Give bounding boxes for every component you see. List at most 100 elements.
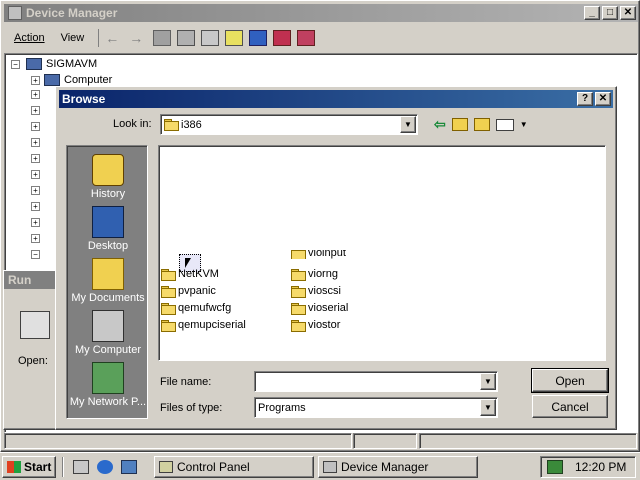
- file-item[interactable]: vioserial: [291, 300, 348, 316]
- browse-dialog: Browse ? ✕ Look in: i386 ▼ ⇦ ▼ History D…: [55, 86, 617, 430]
- expand-icon[interactable]: +: [31, 186, 40, 195]
- file-label: viostor: [308, 319, 341, 331]
- clock[interactable]: 12:20 PM: [575, 460, 626, 474]
- up-level-icon[interactable]: [153, 30, 172, 46]
- device-manager-title-bar[interactable]: Device Manager _ □ ✕: [4, 4, 638, 22]
- run-open-label: Open:: [18, 355, 48, 367]
- help-button[interactable]: ?: [577, 92, 593, 106]
- cancel-button[interactable]: Cancel: [532, 395, 608, 418]
- file-item[interactable]: vioinput: [291, 250, 346, 259]
- folder-icon: [291, 250, 306, 259]
- file-label: qemupciserial: [178, 319, 246, 331]
- look-in-combo[interactable]: i386 ▼: [160, 114, 418, 135]
- internet-explorer-icon[interactable]: [97, 460, 113, 474]
- help-icon[interactable]: [225, 30, 244, 46]
- expand-icon[interactable]: +: [31, 154, 40, 163]
- scan-hardware-icon[interactable]: [249, 30, 268, 46]
- place-label: History: [90, 188, 126, 200]
- folder-icon: [161, 319, 176, 332]
- place-desktop[interactable]: Desktop: [67, 204, 149, 256]
- tree-root-label: SIGMAVM: [46, 58, 98, 70]
- run-icon: [20, 311, 50, 339]
- minimize-button[interactable]: _: [584, 6, 600, 20]
- browse-title: Browse: [62, 92, 106, 106]
- collapse-icon[interactable]: −: [11, 59, 20, 69]
- chevron-down-icon[interactable]: ▼: [520, 120, 528, 129]
- task-device-manager[interactable]: Device Manager: [318, 456, 478, 478]
- expand-icon[interactable]: +: [31, 90, 40, 99]
- toolbar-separator: [98, 29, 100, 47]
- look-in-value: i386: [181, 118, 202, 131]
- status-bar-pane: [353, 433, 417, 449]
- file-label: vioscsi: [308, 285, 342, 297]
- new-folder-icon[interactable]: [473, 118, 490, 131]
- tree-expanders: + + + + + + + + + + −: [31, 90, 57, 270]
- task-control-panel[interactable]: Control Panel: [154, 456, 314, 478]
- file-item[interactable]: NetKVM: [161, 266, 219, 282]
- view-menu-icon[interactable]: [495, 118, 514, 131]
- forward-arrow-icon[interactable]: →: [129, 30, 147, 46]
- place-my-documents[interactable]: My Documents: [67, 256, 149, 308]
- chevron-down-icon[interactable]: ▼: [400, 116, 416, 133]
- computer-icon: [26, 58, 42, 70]
- menu-action[interactable]: Action: [8, 30, 51, 46]
- expand-icon[interactable]: +: [31, 122, 40, 131]
- back-arrow-icon[interactable]: ←: [105, 30, 123, 46]
- file-item[interactable]: viorng: [291, 266, 338, 282]
- file-item[interactable]: qemufwcfg: [161, 300, 231, 316]
- tree-item-label: Computer: [64, 74, 113, 86]
- expand-icon[interactable]: +: [31, 106, 40, 115]
- close-button[interactable]: ✕: [595, 92, 611, 106]
- collapse-icon[interactable]: −: [31, 250, 40, 259]
- run-title-bar[interactable]: Run: [4, 271, 58, 289]
- file-label: NetKVM: [178, 268, 219, 280]
- place-label: Desktop: [87, 240, 129, 252]
- files-of-type-value: Programs: [258, 401, 306, 414]
- run-dialog: Run Open:: [3, 270, 58, 430]
- expand-icon[interactable]: +: [31, 218, 40, 227]
- expand-icon[interactable]: +: [31, 234, 40, 243]
- file-name-input[interactable]: ▼: [254, 371, 498, 392]
- show-hide-tree-icon[interactable]: [177, 30, 196, 46]
- place-my-network[interactable]: My Network P...: [67, 360, 149, 412]
- files-of-type-select[interactable]: Programs ▼: [254, 397, 498, 418]
- folder-icon: [291, 268, 306, 281]
- place-label: My Network P...: [69, 396, 147, 408]
- expand-icon[interactable]: +: [31, 202, 40, 211]
- folder-icon: [164, 119, 179, 131]
- uninstall-device-icon[interactable]: [297, 30, 316, 46]
- file-item[interactable]: viostor: [291, 317, 340, 333]
- place-history[interactable]: History: [67, 152, 149, 204]
- file-item[interactable]: vioscsi: [291, 283, 341, 299]
- properties-icon[interactable]: [201, 30, 220, 46]
- maximize-button[interactable]: □: [602, 6, 618, 20]
- expand-icon[interactable]: +: [31, 138, 40, 147]
- chevron-down-icon[interactable]: ▼: [480, 399, 496, 416]
- open-button[interactable]: Open: [531, 368, 609, 393]
- file-list[interactable]: NetKVM pvpanic qemufwcfg qemupciserial v…: [158, 145, 606, 361]
- file-label: vioserial: [308, 302, 349, 314]
- file-item[interactable]: pvpanic: [161, 283, 216, 299]
- place-my-computer[interactable]: My Computer: [67, 308, 149, 360]
- windows-logo-icon: [7, 461, 21, 473]
- start-button[interactable]: Start: [2, 456, 56, 478]
- show-desktop-icon[interactable]: [73, 460, 89, 474]
- close-button[interactable]: ✕: [620, 6, 636, 20]
- expand-icon[interactable]: +: [31, 75, 40, 85]
- quick-launch-icon[interactable]: [121, 460, 137, 474]
- tray-network-icon[interactable]: [547, 460, 563, 474]
- menu-view[interactable]: View: [55, 30, 91, 46]
- back-arrow-icon[interactable]: ⇦: [434, 116, 446, 133]
- status-bar-pane: [419, 433, 637, 449]
- disable-device-icon[interactable]: [273, 30, 292, 46]
- up-folder-icon[interactable]: [451, 118, 468, 131]
- file-item[interactable]: qemupciserial: [161, 317, 246, 333]
- browse-title-bar[interactable]: Browse ? ✕: [59, 90, 613, 108]
- chevron-down-icon[interactable]: ▼: [480, 373, 496, 390]
- task-label: Control Panel: [177, 460, 250, 474]
- tree-root-row[interactable]: − SIGMAVM: [11, 56, 97, 72]
- file-label: vioinput: [308, 250, 346, 259]
- expand-icon[interactable]: +: [31, 170, 40, 179]
- device-manager-icon: [8, 6, 22, 20]
- places-bar: History Desktop My Documents My Computer…: [66, 145, 148, 419]
